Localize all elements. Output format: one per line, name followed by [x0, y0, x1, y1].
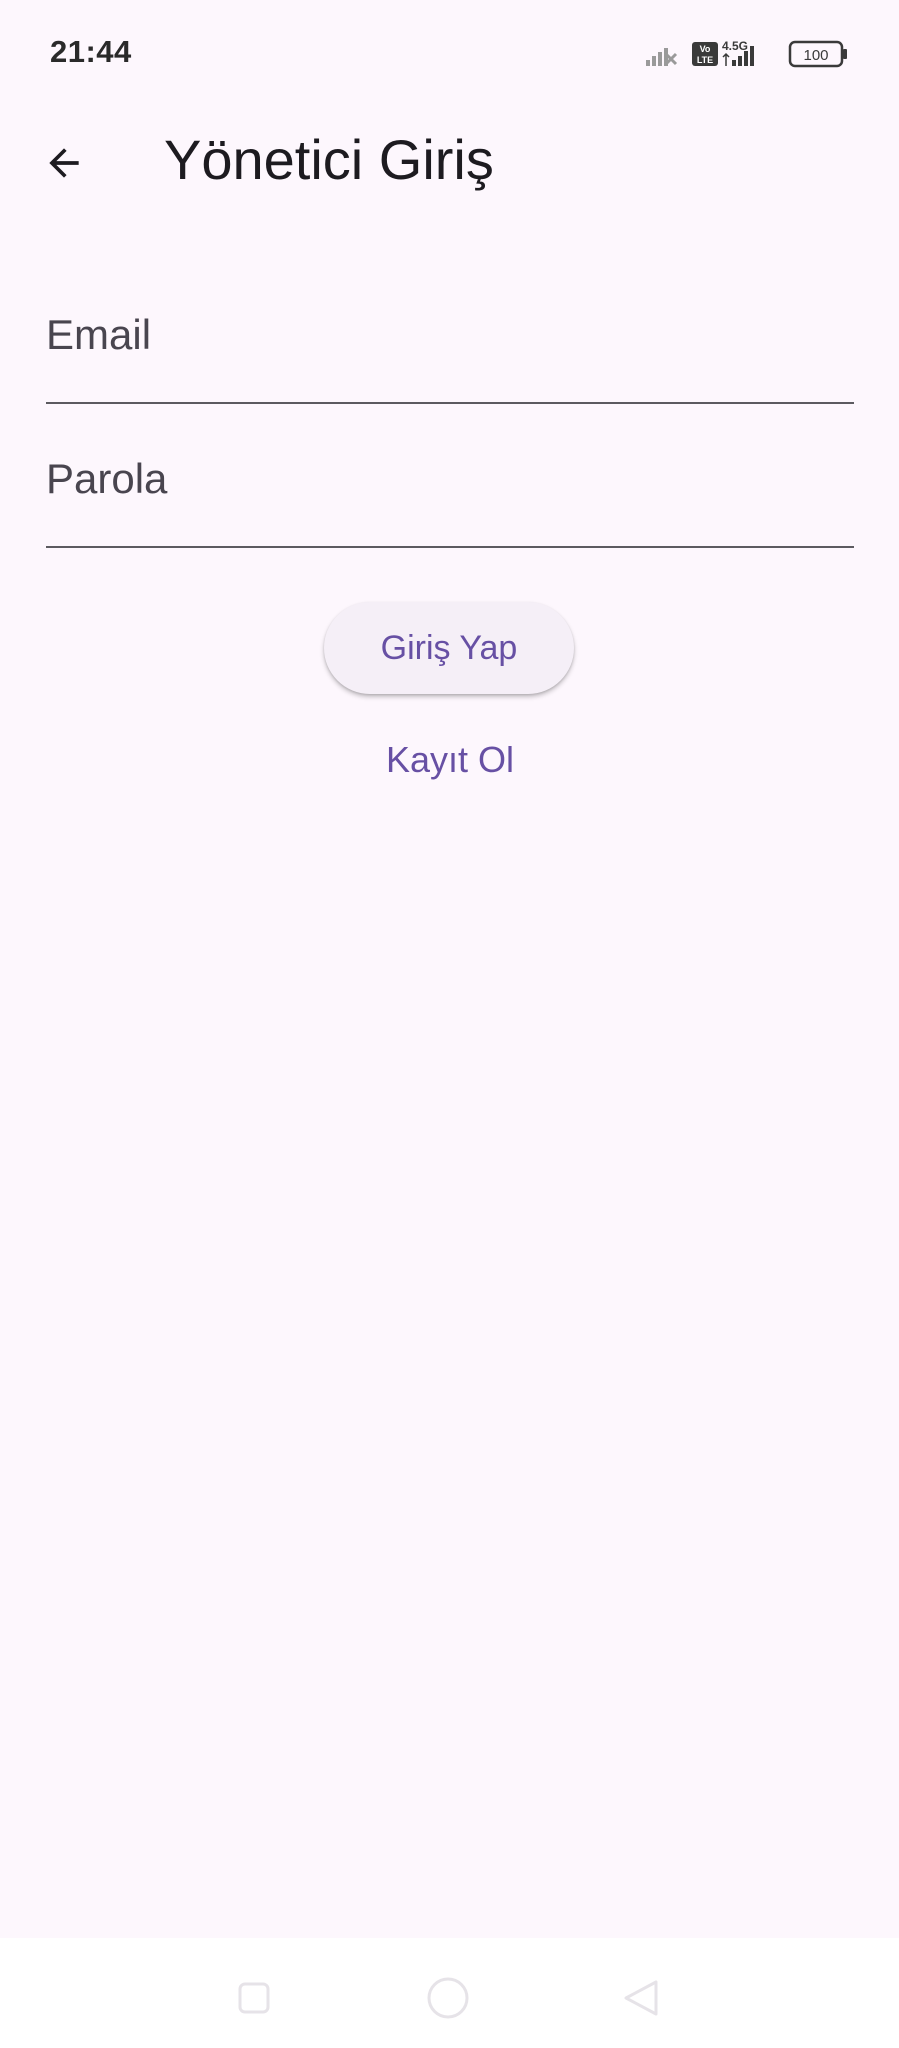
volte-icon: Vo LTE	[692, 42, 718, 66]
back-button[interactable]	[26, 125, 102, 201]
status-icons: Vo LTE 4.5G 100	[646, 38, 851, 70]
home-button[interactable]	[418, 1968, 478, 2028]
svg-text:LTE: LTE	[697, 55, 713, 65]
back-icon	[624, 1980, 658, 2016]
register-link[interactable]: Kayıt Ol	[340, 730, 560, 790]
status-time: 21:44	[50, 34, 132, 69]
battery-level: 100	[803, 47, 828, 64]
recent-apps-icon	[238, 1982, 270, 2014]
signal-off-icon	[646, 48, 678, 66]
svg-text:Vo: Vo	[700, 44, 711, 54]
page-title: Yönetici Giriş	[164, 128, 494, 191]
arrow-back-icon	[49, 148, 79, 178]
home-icon	[427, 1977, 469, 2019]
cellular-signal-icon: 4.5G	[722, 39, 754, 66]
system-nav-bar	[0, 1938, 899, 2048]
login-button[interactable]: Giriş Yap	[324, 602, 574, 694]
battery-icon: 100	[788, 40, 847, 68]
email-field[interactable]	[46, 286, 854, 404]
password-field[interactable]	[46, 430, 854, 548]
email-input[interactable]	[46, 286, 854, 402]
recent-apps-button[interactable]	[224, 1968, 284, 2028]
nav-back-button[interactable]	[612, 1968, 672, 2028]
app-bar: Yönetici Giriş	[0, 110, 899, 230]
status-bar: 21:44 Vo LTE 4.5G 100	[0, 0, 899, 110]
network-label: 4.5G	[722, 39, 748, 53]
password-input[interactable]	[46, 430, 854, 546]
